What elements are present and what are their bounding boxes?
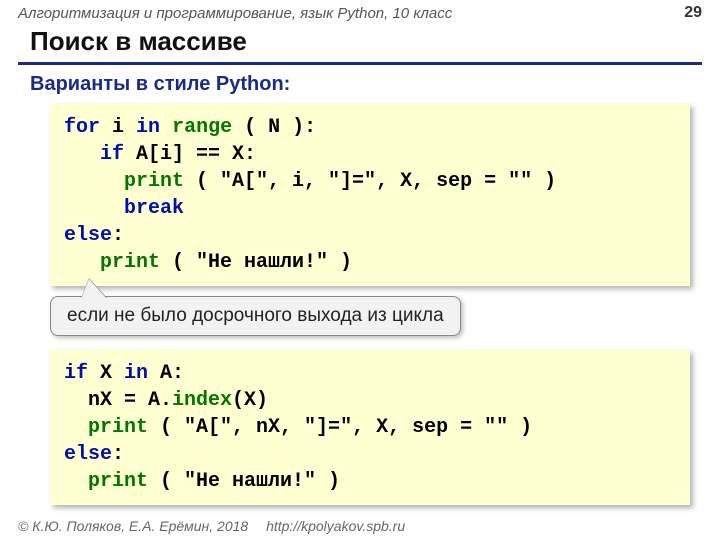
code-text: X: [88, 362, 124, 385]
title-underline: [18, 62, 702, 65]
kw-else: else: [64, 224, 112, 247]
slide-number: 29: [684, 4, 702, 22]
code-text: :: [112, 224, 124, 247]
fn-print: print: [88, 416, 148, 439]
code-text: [64, 170, 124, 193]
fn-print: print: [100, 251, 160, 274]
footer-url: http://kpolyakov.spb.ru: [266, 518, 405, 534]
callout-box: если не было досрочного выхода из цикла: [50, 296, 461, 336]
callout-text: если не было досрочного выхода из цикла: [67, 305, 444, 326]
page-title: Поиск в массиве: [0, 24, 720, 62]
code-text: nX = A.: [64, 389, 172, 412]
code-block-2: if X in A: nX = A.index(X) print ( "A[",…: [50, 350, 690, 505]
callout-tail-icon: [81, 279, 107, 299]
code-text: ( "Не нашли!" ): [148, 470, 340, 493]
code-text: A[i] == X:: [124, 143, 256, 166]
header: Алгоритмизация и программирование, язык …: [0, 0, 720, 24]
code-text: (X): [232, 389, 268, 412]
code-text: [64, 251, 100, 274]
code-text: [64, 143, 100, 166]
code-text: ( "A[", i, "]=", X, sep = "" ): [184, 170, 556, 193]
kw-in: in: [124, 362, 148, 385]
kw-if: if: [64, 362, 88, 385]
kw-else: else: [64, 443, 112, 466]
code-text: ( "A[", nX, "]=", X, sep = "" ): [148, 416, 532, 439]
copyright: © К.Ю. Поляков, Е.А. Ерёмин, 2018: [18, 518, 248, 534]
code-block-1: for i in range ( N ): if A[i] == X: prin…: [50, 104, 690, 286]
code-text: ( "Не нашли!" ): [160, 251, 352, 274]
course-label: Алгоритмизация и программирование, язык …: [18, 5, 452, 22]
kw-in: in: [136, 116, 160, 139]
code-text: [160, 116, 172, 139]
code-text: [64, 197, 124, 220]
fn-print: print: [124, 170, 184, 193]
code-text: [64, 416, 88, 439]
kw-if: if: [100, 143, 124, 166]
subtitle: Варианты в стиле Python:: [0, 73, 720, 96]
code-text: i: [100, 116, 136, 139]
kw-break: break: [124, 197, 184, 220]
fn-index: index: [172, 389, 232, 412]
footer: © К.Ю. Поляков, Е.А. Ерёмин, 2018 http:/…: [18, 518, 405, 534]
fn-print: print: [88, 470, 148, 493]
kw-for: for: [64, 116, 100, 139]
code-text: ( N ):: [232, 116, 316, 139]
code-text: :: [112, 443, 124, 466]
code-text: A:: [148, 362, 184, 385]
callout-container: если не было досрочного выхода из цикла: [50, 296, 720, 336]
fn-range: range: [172, 116, 232, 139]
code-text: [64, 470, 88, 493]
